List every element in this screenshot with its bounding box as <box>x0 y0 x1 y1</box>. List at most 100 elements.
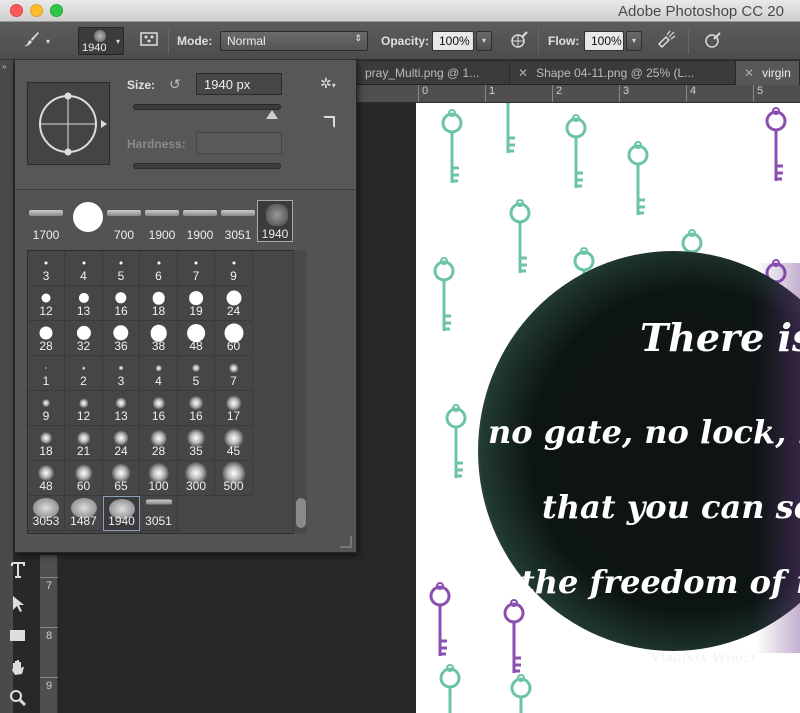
brush-preset-cell[interactable]: 16 <box>140 391 178 426</box>
recent-brush[interactable]: 700 <box>105 200 143 242</box>
window-title: Adobe Photoshop CC 20 <box>618 3 784 20</box>
brush-preset-cell[interactable]: 60 <box>215 321 253 356</box>
selection-tool-icon[interactable] <box>8 594 38 618</box>
scrollbar-thumb[interactable] <box>296 498 306 528</box>
brush-preset-cell[interactable]: 3 <box>103 356 140 391</box>
tab-shape-04-11[interactable]: ✕ Shape 04-11.png @ 25% (L... <box>510 61 736 85</box>
brush-size-label: 100 <box>148 479 169 493</box>
brush-preset-cell[interactable]: 45 <box>215 426 253 461</box>
brush-preset-size: 1940 <box>82 42 107 54</box>
size-slider-handle[interactable] <box>266 110 279 119</box>
brush-preset-cell[interactable]: 300 <box>178 461 215 496</box>
pressure-opacity-icon[interactable] <box>508 30 530 52</box>
recent-brush-selected[interactable]: 1940 <box>257 200 293 242</box>
airbrush-icon[interactable] <box>656 30 678 52</box>
brush-preset-cell[interactable]: 9 <box>215 251 253 286</box>
brush-preset-cell[interactable]: 48 <box>28 461 65 496</box>
hand-tool-icon[interactable] <box>8 658 38 682</box>
close-window-button[interactable] <box>10 4 23 17</box>
recent-brush[interactable] <box>67 200 105 242</box>
flow-input[interactable]: 100% <box>584 31 624 51</box>
ruler-tick: 3 <box>619 85 629 102</box>
flow-dropdown[interactable]: ▾ <box>626 31 642 51</box>
brush-preset-cell[interactable]: 19 <box>178 286 215 321</box>
brush-preset-cell[interactable]: 28 <box>140 426 178 461</box>
brush-preset-cell[interactable]: 1940 <box>103 496 140 531</box>
brush-preset-cell[interactable]: 1487 <box>65 496 103 531</box>
brush-preset-picker[interactable]: 1940 ▾ <box>78 27 124 55</box>
brush-preset-cell[interactable]: 35 <box>178 426 215 461</box>
rectangle-tool-icon[interactable] <box>8 626 38 650</box>
close-tab-icon[interactable]: ✕ <box>744 66 754 80</box>
brush-preset-cell[interactable]: 32 <box>65 321 103 356</box>
pressure-size-icon[interactable] <box>702 30 724 52</box>
brush-preset-cell[interactable]: 12 <box>65 391 103 426</box>
resize-handle[interactable] <box>340 536 352 548</box>
recent-brush[interactable]: 3051 <box>219 200 257 242</box>
brush-preset-cell[interactable]: 12 <box>28 286 65 321</box>
brush-angle-preview[interactable] <box>27 82 110 165</box>
brush-preset-cell[interactable]: 3051 <box>140 496 178 531</box>
brush-preset-cell[interactable]: 5 <box>178 356 215 391</box>
brush-preset-cell[interactable]: 48 <box>178 321 215 356</box>
brush-panel-toggle-icon[interactable] <box>138 30 160 52</box>
close-tab-icon[interactable]: ✕ <box>518 66 528 80</box>
brush-preset-cell[interactable]: 500 <box>215 461 253 496</box>
brush-preset-cell[interactable]: 4 <box>65 251 103 286</box>
brush-preset-cell[interactable]: 18 <box>28 426 65 461</box>
opacity-dropdown[interactable]: ▾ <box>476 31 492 51</box>
brush-preset-cell[interactable]: 65 <box>103 461 140 496</box>
brush-tip-icon <box>192 364 200 372</box>
brush-preset-cell[interactable]: 18 <box>140 286 178 321</box>
brush-preset-cell[interactable]: 16 <box>103 286 140 321</box>
brush-preset-cell[interactable]: 1 <box>28 356 65 391</box>
tab-spray-multi[interactable]: pray_Multi.png @ 1... <box>357 61 510 85</box>
brush-preset-cell[interactable]: 28 <box>28 321 65 356</box>
brush-size-label: 12 <box>39 304 53 318</box>
opacity-input[interactable]: 100% <box>432 31 474 51</box>
type-tool-icon[interactable] <box>8 560 38 584</box>
brush-size-label: 24 <box>114 444 128 458</box>
brush-preset-cell[interactable]: 4 <box>140 356 178 391</box>
brush-preset-cell[interactable]: 3053 <box>28 496 65 531</box>
brush-preset-cell[interactable]: 24 <box>215 286 253 321</box>
new-preset-icon[interactable] <box>323 116 335 128</box>
preset-scrollbar[interactable] <box>293 250 307 534</box>
hardness-input[interactable] <box>196 132 282 154</box>
recent-brush[interactable]: 1700 <box>27 200 65 242</box>
hardness-slider[interactable] <box>133 163 281 169</box>
tab-virgin[interactable]: ✕ virgin <box>736 61 800 85</box>
size-input[interactable]: 1940 px <box>196 73 282 95</box>
brush-preset-cell[interactable]: 2 <box>65 356 103 391</box>
brush-preset-cell[interactable]: 9 <box>28 391 65 426</box>
brush-icon[interactable] <box>20 30 42 52</box>
brush-size-label: 60 <box>226 339 241 353</box>
size-slider[interactable] <box>133 104 281 110</box>
brush-preset-cell[interactable]: 24 <box>103 426 140 461</box>
brush-preset-cell[interactable]: 3 <box>28 251 65 286</box>
recent-brush[interactable]: 1900 <box>181 200 219 242</box>
tool-preset-dropdown[interactable]: ▾ <box>46 37 50 46</box>
zoom-tool-icon[interactable] <box>8 688 38 712</box>
brush-preset-cell[interactable]: 5 <box>103 251 140 286</box>
brush-preset-cell[interactable]: 60 <box>65 461 103 496</box>
brush-preset-cell[interactable]: 36 <box>103 321 140 356</box>
brush-preset-cell[interactable]: 13 <box>65 286 103 321</box>
maximize-window-button[interactable] <box>50 4 63 17</box>
minimize-window-button[interactable] <box>30 4 43 17</box>
brush-preset-cell[interactable]: 7 <box>178 251 215 286</box>
brush-preset-cell[interactable]: 17 <box>215 391 253 426</box>
collapse-panel-icon[interactable]: » <box>2 62 6 71</box>
brush-preset-cell[interactable]: 13 <box>103 391 140 426</box>
brush-preset-cell[interactable]: 7 <box>215 356 253 391</box>
brush-preset-cell[interactable]: 38 <box>140 321 178 356</box>
brush-preset-cell[interactable]: 21 <box>65 426 103 461</box>
brush-preset-cell[interactable]: 16 <box>178 391 215 426</box>
mode-select[interactable]: Normal ⇕ <box>220 31 368 51</box>
document-canvas[interactable]: There is no gate, no lock, no that you c… <box>416 103 800 713</box>
reset-size-icon[interactable]: ↺ <box>169 76 181 93</box>
recent-brush[interactable]: 1900 <box>143 200 181 242</box>
gear-icon[interactable]: ✲▾ <box>320 75 336 92</box>
brush-preset-cell[interactable]: 6 <box>140 251 178 286</box>
brush-preset-cell[interactable]: 100 <box>140 461 178 496</box>
